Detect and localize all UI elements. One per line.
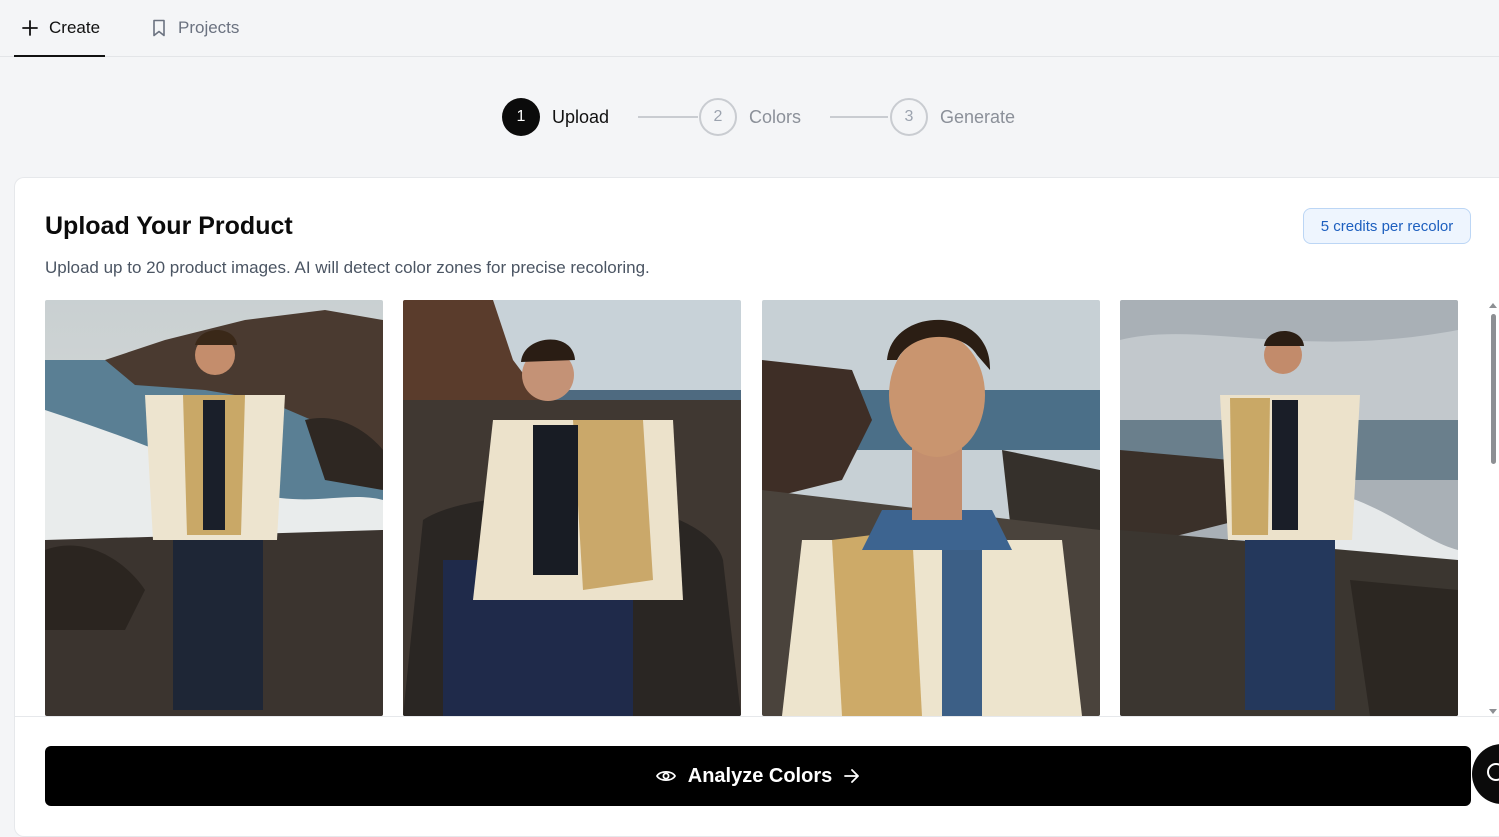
tab-create[interactable]: Create: [14, 0, 105, 57]
help-icon: [1486, 762, 1499, 787]
step-connector: [638, 116, 698, 118]
plus-icon: [21, 19, 39, 37]
tab-projects[interactable]: Projects: [150, 0, 239, 56]
step-label: Colors: [749, 106, 802, 127]
arrow-right-icon: [844, 769, 860, 783]
upload-card: Upload Your Product 5 credits per recolo…: [14, 177, 1499, 837]
upload-description: Upload up to 20 product images. AI will …: [45, 258, 650, 277]
step-colors: 2 Colors: [699, 97, 801, 137]
step-label: Upload: [552, 106, 610, 127]
step-label: Generate: [940, 106, 1016, 127]
top-nav: Create Projects: [0, 0, 1499, 57]
product-image[interactable]: [762, 300, 1100, 716]
tab-projects-label: Projects: [178, 18, 240, 37]
scroll-down-arrow-icon[interactable]: [1489, 709, 1497, 714]
step-generate: 3 Generate: [890, 97, 1015, 137]
product-image[interactable]: [1120, 300, 1458, 716]
product-image[interactable]: [45, 300, 383, 716]
step-upload: 1 Upload: [502, 97, 609, 137]
product-image[interactable]: [403, 300, 741, 716]
step-number: 3: [890, 98, 928, 136]
scroll-up-arrow-icon[interactable]: [1489, 303, 1497, 308]
gallery-scrollbar[interactable]: [1487, 300, 1499, 716]
bookmark-icon: [150, 19, 168, 37]
step-connector: [830, 116, 888, 118]
step-number: 2: [699, 98, 737, 136]
image-gallery: [45, 300, 1489, 716]
credits-badge: 5 credits per recolor: [1303, 208, 1471, 244]
tab-create-label: Create: [49, 18, 101, 37]
eye-icon: [655, 769, 676, 783]
page-title: Upload Your Product: [45, 212, 293, 240]
analyze-colors-label: Analyze Colors: [687, 764, 833, 787]
step-number: 1: [502, 98, 540, 136]
scrollbar-thumb[interactable]: [1491, 314, 1496, 464]
analyze-colors-button[interactable]: Analyze Colors: [45, 746, 1471, 806]
divider: [15, 716, 1499, 717]
